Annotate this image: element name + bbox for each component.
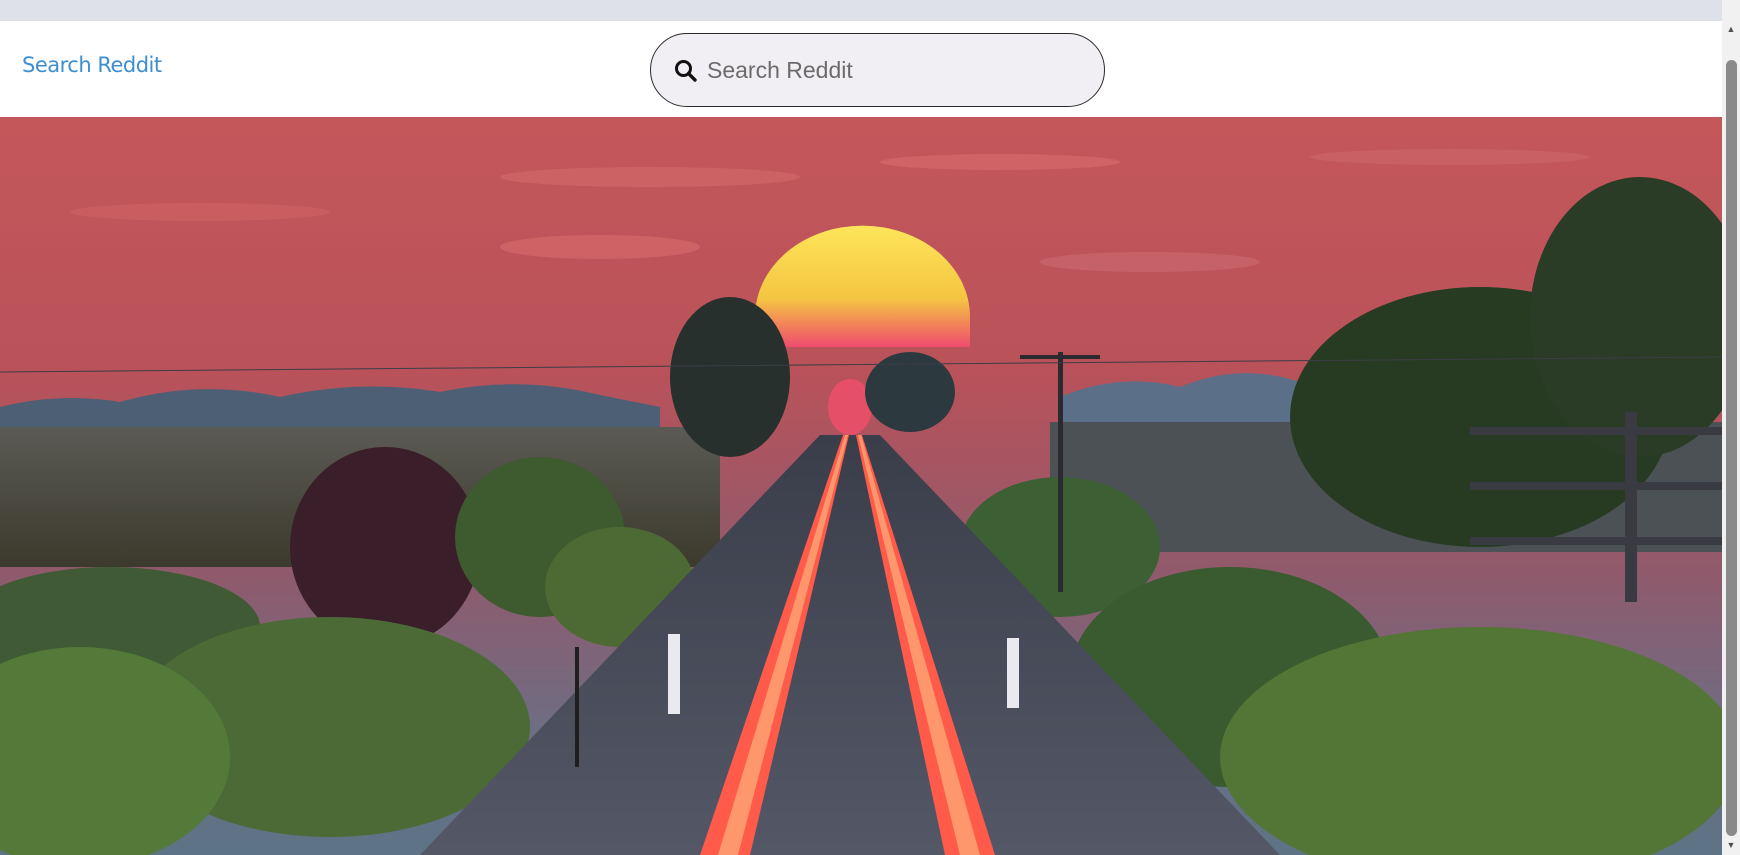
hero-image (0, 117, 1722, 855)
sunset-railroad-image (0, 117, 1722, 855)
search-icon (673, 58, 699, 84)
browser-top-strip (0, 0, 1722, 21)
brand-link[interactable]: Search Reddit (22, 53, 162, 77)
site-header: Search Reddit (0, 21, 1722, 117)
scroll-thumb[interactable] (1726, 60, 1737, 836)
scroll-down-icon[interactable]: ▼ (1722, 836, 1740, 854)
scroll-up-icon[interactable]: ▲ (1722, 20, 1740, 38)
search-bar[interactable] (650, 33, 1105, 107)
scrollbar[interactable]: ▲ ▼ (1722, 0, 1740, 855)
search-input[interactable] (707, 48, 1087, 92)
